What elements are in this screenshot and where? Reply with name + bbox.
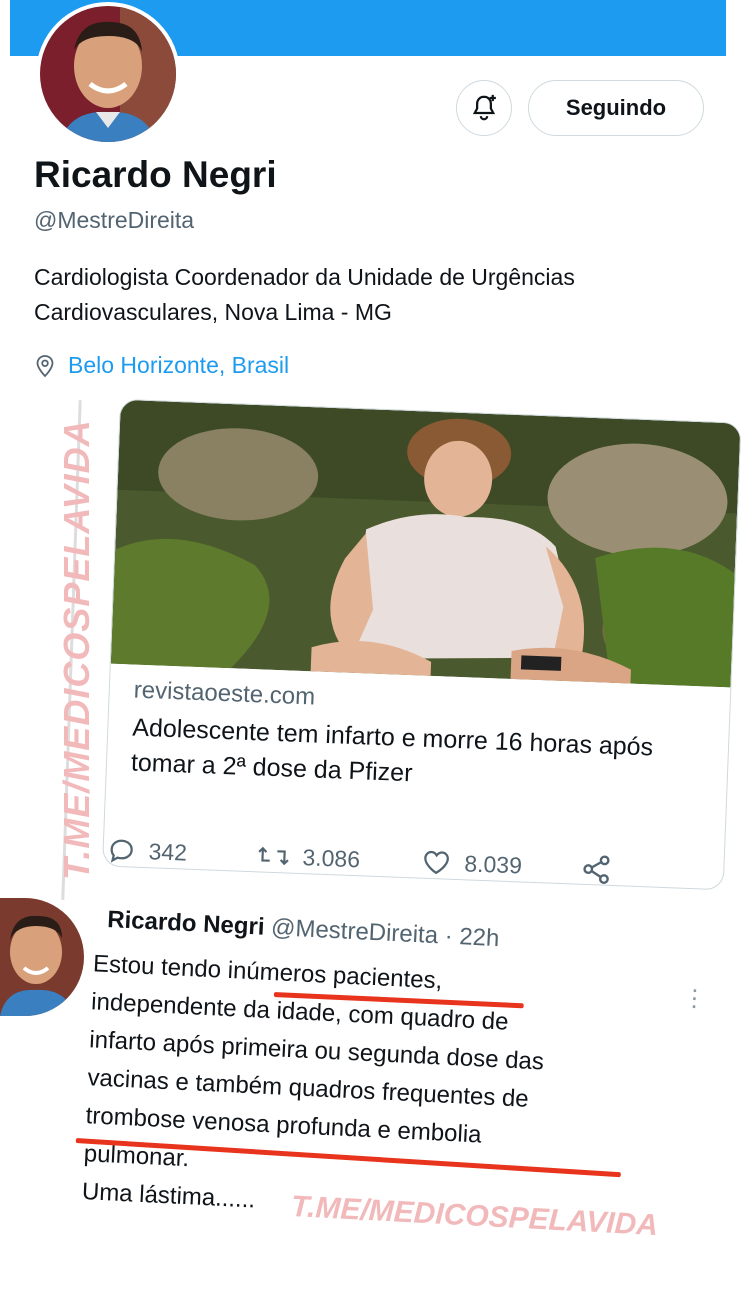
like-action[interactable]: 8.039 bbox=[420, 847, 523, 881]
link-card[interactable]: revistaoeste.com Adolescente tem infarto… bbox=[102, 398, 742, 891]
location-pin-icon bbox=[36, 354, 54, 377]
card-image bbox=[110, 399, 742, 688]
profile-handle: @MestreDireita bbox=[34, 207, 195, 233]
more-icon[interactable]: · · · bbox=[689, 974, 700, 1020]
location-text: Belo Horizonte, Brasil bbox=[68, 352, 290, 378]
following-button[interactable]: Seguindo bbox=[528, 80, 704, 136]
quoted-tweet-screenshot: revistaoeste.com Adolescente tem infarto… bbox=[80, 398, 748, 943]
like-icon bbox=[424, 850, 449, 875]
retweet-action[interactable]: 3.086 bbox=[256, 840, 361, 874]
like-count: 8.039 bbox=[463, 849, 523, 879]
reply-icon bbox=[110, 839, 133, 863]
retweet-count: 3.086 bbox=[302, 843, 361, 872]
watermark-vertical: T.ME/MEDICOSPELAVIDA bbox=[56, 419, 97, 880]
retweet-icon bbox=[258, 846, 289, 866]
profile-bio: Cardiologista Coordenador da Unidade de … bbox=[34, 264, 575, 325]
profile-name: Ricardo Negri bbox=[34, 154, 277, 195]
card-domain: revistaoeste.com bbox=[133, 676, 316, 711]
notifications-button[interactable] bbox=[456, 80, 512, 136]
reply-count: 342 bbox=[148, 837, 188, 866]
share-action[interactable] bbox=[580, 853, 625, 887]
reply-avatar[interactable] bbox=[0, 898, 84, 1016]
card-title: Adolescente tem infarto e morre 16 horas… bbox=[130, 713, 654, 788]
profile-location[interactable]: Belo Horizonte, Brasil bbox=[34, 352, 289, 379]
bell-plus-icon bbox=[472, 94, 496, 121]
profile-avatar[interactable] bbox=[36, 2, 180, 146]
avatar bbox=[40, 6, 176, 142]
reply-action[interactable]: 342 bbox=[106, 835, 188, 868]
share-icon bbox=[583, 855, 610, 884]
